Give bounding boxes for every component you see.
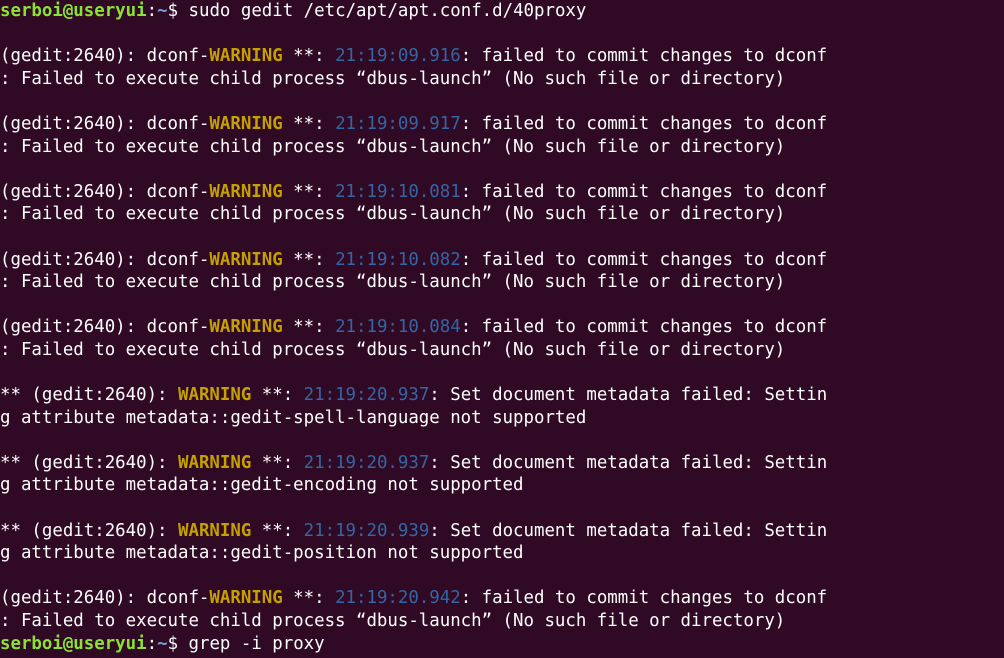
log-level: WARNING [209,113,283,134]
prompt-colon: : [146,633,158,654]
log-line: (gedit:2640): dconf-WARNING **: 21:19:20… [0,587,1004,610]
log-continuation: : Failed to execute child process “dbus-… [0,272,786,293]
log-timestamp: 21:19:20.942 [335,588,461,609]
log-timestamp: 21:19:20.939 [303,520,430,541]
log-timestamp: 21:19:09.917 [335,113,461,134]
log-continuation: : Failed to execute child process “dbus-… [0,204,786,225]
log-level: WARNING [178,452,252,473]
log-separator: **: [282,317,336,338]
log-prefix: (gedit:2640): dconf- [0,588,210,609]
log-prefix: ** (gedit:2640): [0,385,178,406]
log-message: : failed to commit changes to dconf [460,249,828,270]
log-message: : failed to commit changes to dconf [460,46,828,67]
log-prefix: (gedit:2640): dconf- [0,113,210,134]
log-timestamp: 21:19:20.937 [303,452,430,473]
prompt-symbol: $ [167,633,189,654]
log-line: (gedit:2640): dconf-WARNING **: 21:19:09… [0,113,1004,136]
log-continuation: : Failed to execute child process “dbus-… [0,136,786,157]
command-text: sudo gedit /etc/apt/apt.conf.d/40proxy [188,1,587,21]
log-message: : failed to commit changes to dconf [460,317,828,338]
prompt-line-last[interactable]: serboi@useryui:~$ grep -i proxy [0,633,1004,656]
log-separator: **: [282,249,336,270]
command-text: grep -i proxy [188,633,325,654]
prompt-symbol: $ [167,1,189,21]
log-message: : Set document metadata failed: Settin [429,385,828,406]
log-line: ** (gedit:2640): WARNING **: 21:19:20.93… [0,384,1004,407]
prompt-path: ~ [157,633,168,654]
log-timestamp: 21:19:10.084 [335,317,461,338]
prompt-user-host: serboi@useryui [0,633,147,654]
log-timestamp: 21:19:09.916 [335,46,461,67]
log-level: WARNING [209,588,283,609]
log-line: ** (gedit:2640): WARNING **: 21:19:20.93… [0,452,1004,475]
prompt-path: ~ [157,1,168,21]
log-message: : Set document metadata failed: Settin [429,520,828,541]
log-prefix: (gedit:2640): dconf- [0,249,210,270]
log-level: WARNING [209,317,283,338]
log-continuation: : Failed to execute child process “dbus-… [0,611,786,632]
log-separator: **: [282,46,336,67]
log-continuation: : Failed to execute child process “dbus-… [0,68,786,89]
log-line: (gedit:2640): dconf-WARNING **: 21:19:10… [0,316,1004,339]
log-message: : Set document metadata failed: Settin [429,452,828,473]
log-line: (gedit:2640): dconf-WARNING **: 21:19:10… [0,181,1004,204]
log-output: (gedit:2640): dconf-WARNING **: 21:19:09… [0,23,1004,633]
log-separator: **: [251,520,304,541]
log-separator: **: [282,588,336,609]
log-message: : failed to commit changes to dconf [460,113,828,134]
log-prefix: ** (gedit:2640): [0,520,178,541]
log-level: WARNING [209,249,283,270]
log-message: : failed to commit changes to dconf [460,588,828,609]
log-timestamp: 21:19:20.937 [303,385,430,406]
prompt-line-first: serboi@useryui:~$ sudo gedit /etc/apt/ap… [0,0,1004,23]
log-line: ** (gedit:2640): WARNING **: 21:19:20.93… [0,520,1004,543]
log-message: : failed to commit changes to dconf [460,181,828,202]
log-continuation: g attribute metadata::gedit-spell-langua… [0,407,587,428]
log-level: WARNING [178,385,252,406]
log-continuation: : Failed to execute child process “dbus-… [0,339,786,360]
log-level: WARNING [209,46,283,67]
log-prefix: ** (gedit:2640): [0,452,178,473]
log-line: (gedit:2640): dconf-WARNING **: 21:19:10… [0,249,1004,272]
log-level: WARNING [209,181,283,202]
log-prefix: (gedit:2640): dconf- [0,181,210,202]
log-separator: **: [282,181,336,202]
prompt-colon: : [146,1,158,21]
log-separator: **: [251,385,304,406]
log-separator: **: [251,452,304,473]
prompt-user-host: serboi@useryui [0,1,147,21]
terminal-window[interactable]: serboi@useryui:~$ sudo gedit /etc/apt/ap… [0,0,1004,658]
log-timestamp: 21:19:10.082 [335,249,461,270]
log-separator: **: [282,113,336,134]
log-prefix: (gedit:2640): dconf- [0,46,210,67]
log-line: (gedit:2640): dconf-WARNING **: 21:19:09… [0,45,1004,68]
log-continuation: g attribute metadata::gedit-position not… [0,543,524,564]
log-prefix: (gedit:2640): dconf- [0,317,210,338]
log-continuation: g attribute metadata::gedit-encoding not… [0,475,524,496]
log-timestamp: 21:19:10.081 [335,181,461,202]
log-level: WARNING [178,520,252,541]
